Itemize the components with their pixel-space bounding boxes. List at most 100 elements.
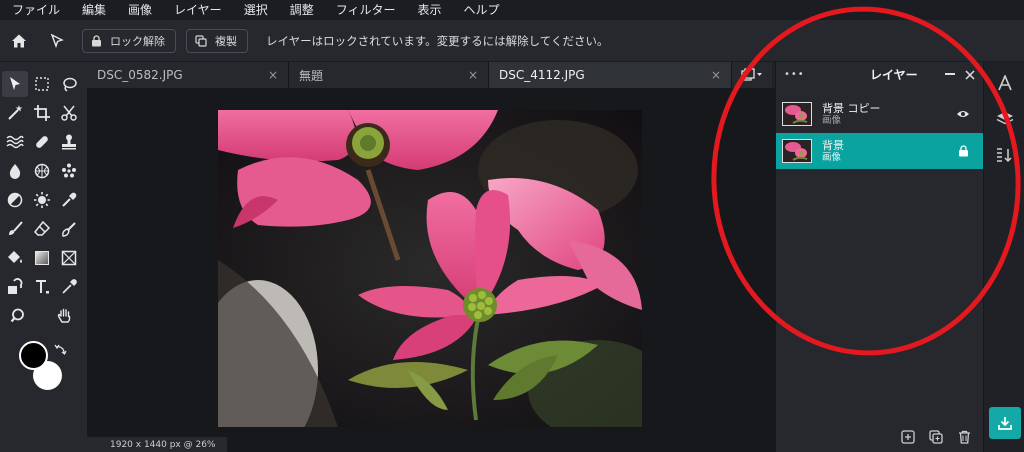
text-tool[interactable] (29, 274, 55, 300)
sponge-icon (34, 163, 50, 179)
lasso-icon (63, 77, 77, 92)
picker-tool[interactable] (56, 274, 82, 300)
menu-image[interactable]: 画像 (116, 0, 162, 20)
dodge-tool[interactable] (2, 187, 28, 213)
close-panel-icon[interactable] (965, 65, 975, 84)
bandage-icon (36, 136, 48, 148)
lasso-tool[interactable] (56, 71, 82, 97)
drop-icon (9, 164, 21, 179)
swap-colors-icon[interactable] (53, 342, 67, 356)
menu-layer[interactable]: レイヤー (162, 0, 232, 20)
cursor-icon (10, 77, 20, 90)
layers-panel-header: ••• レイヤー (776, 62, 983, 86)
menu-filter[interactable]: フィルター (324, 0, 406, 20)
marquee-tool[interactable] (29, 71, 55, 97)
fill-tool[interactable] (2, 245, 28, 271)
zoom-icon (10, 308, 24, 323)
blur-tool[interactable] (2, 158, 28, 184)
tab-dsc-0582[interactable]: DSC_0582.JPG × (87, 62, 289, 88)
eraser-tool[interactable] (29, 216, 55, 242)
smudge-icon (62, 222, 76, 237)
duplicate-label: 複製 (215, 34, 237, 48)
adjust-list-icon[interactable] (994, 144, 1016, 166)
shape-tool[interactable] (56, 245, 82, 271)
character-icon[interactable] (994, 72, 1016, 94)
stamp-tool[interactable] (56, 129, 82, 155)
unlock-button[interactable]: ロック解除 (82, 28, 176, 53)
add-layer-icon[interactable] (899, 428, 917, 446)
layer-name: 背景 コピー (822, 101, 881, 115)
zoom-tool[interactable] (6, 303, 32, 329)
sharpen-tool[interactable] (29, 187, 55, 213)
duplicate-layer-icon[interactable] (927, 428, 945, 446)
sun-icon (34, 192, 50, 208)
move-tool-icon[interactable] (44, 28, 70, 54)
home-icon[interactable] (6, 28, 32, 54)
sponge-tool[interactable] (29, 158, 55, 184)
foreground-color-swatch[interactable] (19, 341, 48, 370)
tab-overflow-button[interactable] (732, 62, 772, 88)
waves-icon (6, 135, 24, 149)
replace-color-tool[interactable] (2, 274, 28, 300)
tab-untitled[interactable]: 無題 × (289, 62, 489, 88)
menu-adjust[interactable]: 調整 (278, 0, 324, 20)
smudge-tool[interactable] (56, 216, 82, 242)
layer-type: 画像 (822, 114, 842, 126)
document-image[interactable] (218, 110, 642, 427)
menu-edit[interactable]: 編集 (70, 0, 116, 20)
gradient-tool[interactable] (29, 245, 55, 271)
menu-select[interactable]: 選択 (232, 0, 278, 20)
close-icon[interactable]: × (468, 68, 478, 82)
minimize-icon[interactable] (945, 73, 955, 75)
lock-message: レイヤーはロックされています。変更するには解除してください。 (266, 33, 609, 48)
canvas-area[interactable] (87, 88, 775, 452)
pattern-tool[interactable] (56, 158, 82, 184)
stamp-icon (62, 134, 76, 150)
layer-item-background[interactable]: 背景 画像 (776, 133, 983, 169)
lock-icon (92, 34, 101, 46)
eye-icon[interactable] (953, 104, 973, 124)
eyedropper-icon (62, 192, 77, 207)
duplicate-button[interactable]: 複製 (186, 28, 248, 53)
heal-tool[interactable] (29, 129, 55, 155)
close-icon[interactable]: × (711, 68, 721, 82)
export-button[interactable] (989, 407, 1021, 439)
unlock-label: ロック解除 (110, 34, 165, 48)
lock-icon[interactable] (953, 141, 973, 161)
layer-name: 背景 (822, 138, 844, 152)
contrast-icon (7, 192, 23, 208)
liquify-tool[interactable] (2, 129, 28, 155)
color-picker-tool[interactable] (56, 187, 82, 213)
menu-help[interactable]: ヘルプ (452, 0, 510, 20)
download-icon (998, 417, 1012, 430)
layer-thumbnail (782, 139, 812, 163)
delete-layer-icon[interactable] (955, 428, 973, 446)
crop-icon (34, 105, 50, 121)
crop-tool[interactable] (29, 100, 55, 126)
layers-stack-icon[interactable] (994, 108, 1016, 130)
cut-tool[interactable] (56, 100, 82, 126)
menu-file[interactable]: ファイル (0, 0, 70, 20)
arrange-tool[interactable] (2, 71, 28, 97)
hand-tool[interactable] (52, 303, 78, 329)
menu-view[interactable]: 表示 (405, 0, 451, 20)
right-rail (983, 62, 1024, 452)
panel-menu-icon[interactable]: ••• (784, 69, 805, 80)
layer-item-background-copy[interactable]: 背景 コピー 画像 (776, 96, 983, 132)
marquee-icon (35, 77, 49, 91)
gradient-icon (35, 251, 49, 265)
tab-dsc-4112[interactable]: DSC_4112.JPG × (489, 62, 732, 88)
layers-footer (899, 428, 973, 446)
eraser-icon (33, 220, 51, 236)
brush-tool[interactable] (2, 216, 28, 242)
hand-icon (57, 308, 71, 323)
close-icon[interactable]: × (268, 68, 278, 82)
dots-icon (62, 163, 76, 178)
status-bar: 1920 x 1440 px @ 26% (87, 437, 227, 452)
layer-thumbnail (782, 102, 812, 126)
document-tabs: DSC_0582.JPG × 無題 × DSC_4112.JPG × (87, 62, 775, 88)
tab-label: DSC_0582.JPG (97, 68, 183, 82)
duplicate-icon (195, 34, 207, 47)
tab-label: 無題 (299, 68, 324, 83)
magic-wand-tool[interactable] (2, 100, 28, 126)
